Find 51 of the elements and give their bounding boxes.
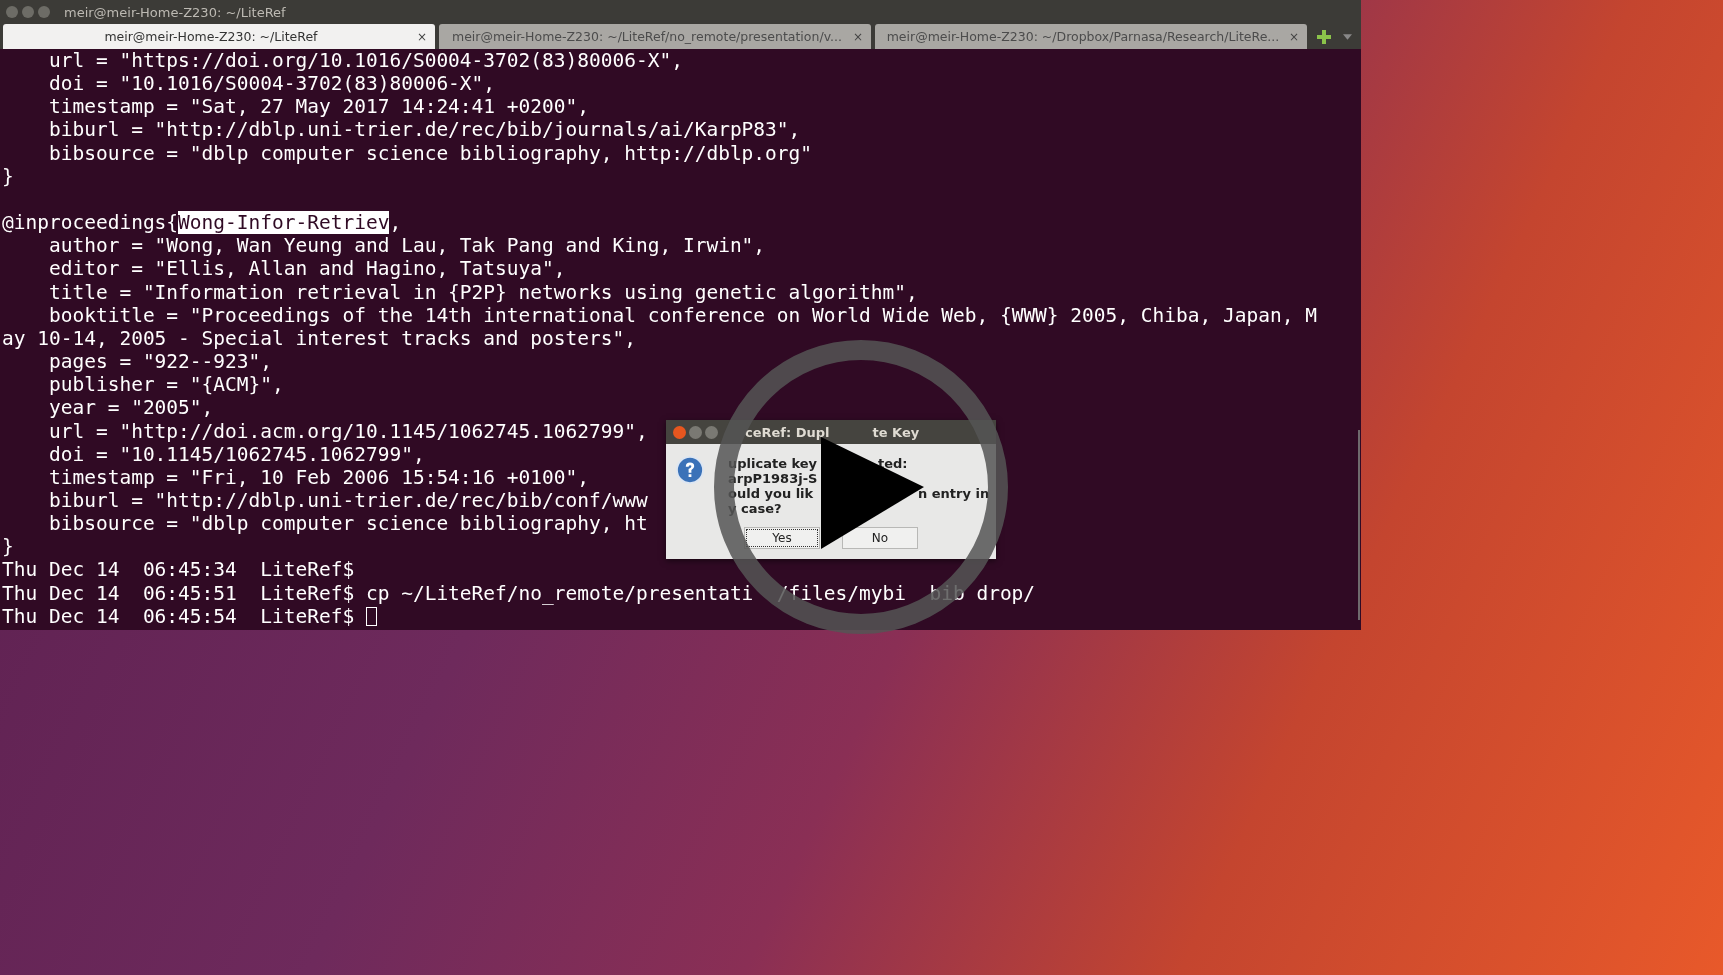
terminal-line: author = "Wong, Wan Yeung and Lau, Tak Pang and King, Irwin",	[47, 234, 766, 258]
terminal-line: doi = "10.1145/1062745.1062799",	[47, 442, 425, 466]
terminal-line: pages = "922--923",	[47, 350, 273, 374]
terminal-line: biburl = "http://dblp.uni-trier.de/rec/bib/journals/ai/KarpP83",	[47, 118, 801, 142]
terminal-line: year = "2005",	[47, 396, 214, 420]
dialog-button[interactable]: No	[842, 527, 918, 549]
terminal-line: bibsource = "dblp computer science bibliography, ht	[47, 512, 648, 536]
terminal-line: }	[2, 535, 14, 559]
close-tab-button[interactable]: ×	[416, 29, 427, 44]
dialog-message: ted:	[878, 456, 908, 471]
selected-text: Wong-Infor-Retriev	[178, 211, 390, 235]
terminal-line: publisher = "{ACM}",	[47, 373, 284, 397]
terminal-tab[interactable]: meir@meir-Home-Z230: ~/Dropbox/Parnasa/Research/LiteRe... ×	[875, 24, 1307, 49]
terminal-line: biburl = "http://dblp.uni-trier.de/rec/bib/conf/www	[47, 488, 648, 513]
terminal-text: /files/mybi	[776, 581, 906, 605]
window-title: meir@meir-Home-Z230: ~/LiteRef	[64, 4, 286, 20]
caret-icon[interactable]	[1343, 33, 1352, 40]
terminal-line: timestamp = "Sat, 27 May 2017 14:24:41 +0200",	[47, 95, 589, 119]
terminal-line: bibsource = "dblp computer science bibliography, http://dblp.org"	[47, 141, 813, 165]
terminal-tab[interactable]: meir@meir-Home-Z230: ~/LiteRef/no_remote/presentation/v... ×	[439, 24, 871, 49]
terminal-line: url = "http://doi.acm.org/10.1145/1062745.1062799",	[47, 419, 648, 443]
minimize-icon[interactable]	[689, 425, 702, 439]
dialog-title: te Key	[872, 424, 920, 440]
minimize-icon[interactable]	[22, 6, 34, 18]
terminal-prompt: Thu Dec 14 06:45:54 LiteRef$	[2, 604, 356, 628]
dialog-message: y case?	[728, 501, 783, 516]
tab-title: meir@meir-Home-Z230: ~/LiteRef	[103, 29, 319, 44]
question-icon	[676, 456, 704, 484]
terminal-line: booktitle = "Proceedings of the 14th international conference on World Wide Web, {WWW} 2005, Chiba, Japan, M	[47, 303, 1317, 327]
maximize-icon[interactable]	[38, 6, 50, 18]
terminal-line: Thu Dec 14 06:45:34 LiteRef$	[2, 558, 355, 582]
terminal-line: editor = "Ellis, Allan and Hagino, Tatsuya",	[47, 257, 566, 281]
tab-title: meir@meir-Home-Z230: ~/LiteRef/no_remote/presentation/v...	[450, 29, 843, 44]
close-icon[interactable]	[6, 6, 18, 18]
terminal-text: Thu Dec 14 06:45:51 LiteRef$ cp ~/LiteRef/no_remote/presentati	[2, 581, 754, 605]
close-tab-button[interactable]: ×	[852, 29, 863, 44]
add-tab-icon[interactable]	[1317, 29, 1331, 44]
tab-title: meir@meir-Home-Z230: ~/Dropbox/Parnasa/Research/LiteRe...	[885, 29, 1281, 44]
maximize-icon[interactable]	[705, 425, 718, 439]
terminal-line: url = "https://doi.org/10.1016/S0004-3702(83)80006-X",	[47, 49, 683, 73]
terminal-line: doi = "10.1016/S0004-3702(83)80006-X",	[47, 72, 496, 96]
dialog-button[interactable]: Yes	[744, 527, 820, 549]
terminal-line: ay 10-14, 2005 - Special interest tracks and posters",	[2, 326, 636, 351]
terminal-line: timestamp = "Fri, 10 Feb 2006 15:54:16 +0100",	[47, 465, 589, 489]
terminal-line: }	[2, 164, 14, 188]
close-icon[interactable]	[673, 425, 686, 439]
close-tab-button[interactable]: ×	[1288, 29, 1299, 44]
terminal-line: title = "Information retrieval in {P2P} networks using genetic algorithm",	[47, 280, 918, 304]
terminal-text: ,	[389, 211, 402, 235]
dialog-title: ceRef: Dupl	[745, 424, 830, 440]
terminal-tab[interactable]: meir@meir-Home-Z230: ~/LiteRef ×	[3, 24, 435, 49]
